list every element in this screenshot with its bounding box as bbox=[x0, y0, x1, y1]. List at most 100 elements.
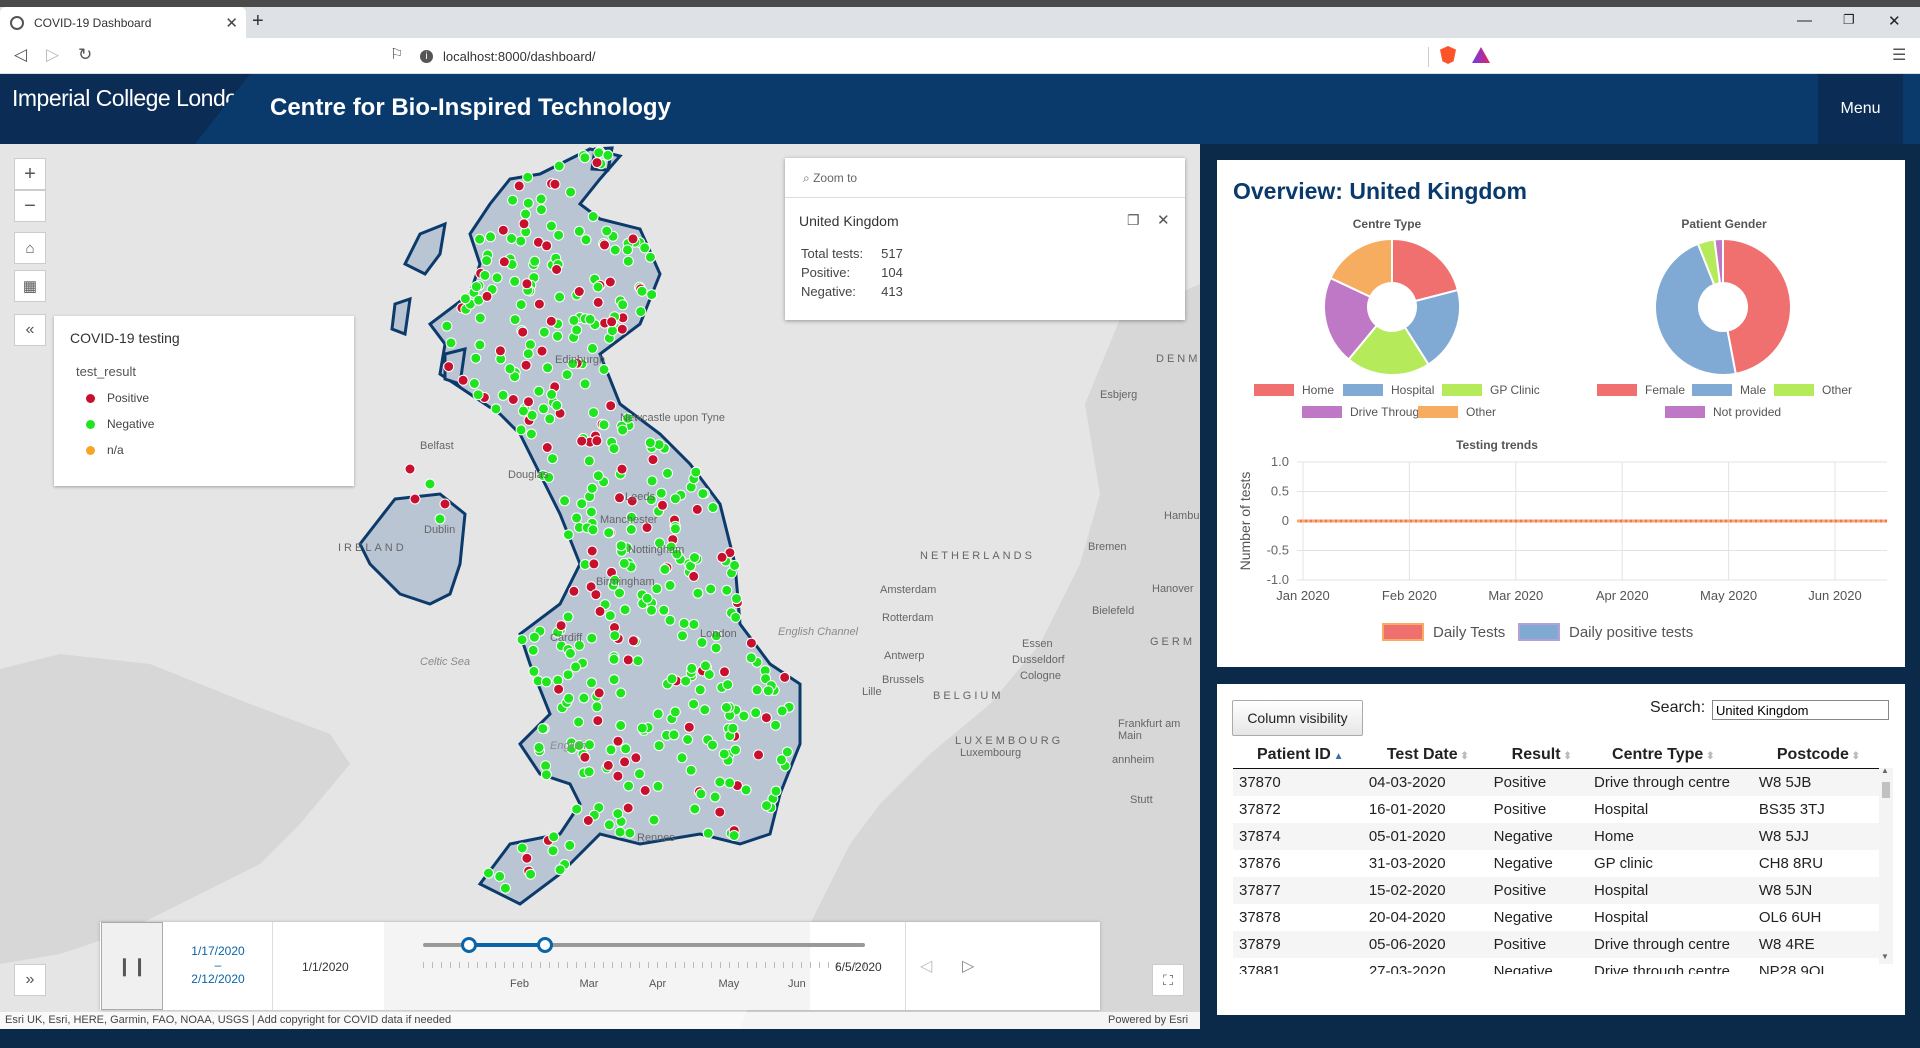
patient-gender-pie[interactable] bbox=[1653, 237, 1793, 377]
positive-test-point[interactable] bbox=[507, 394, 519, 405]
positive-test-point[interactable] bbox=[498, 256, 510, 268]
negative-test-point[interactable] bbox=[586, 482, 598, 494]
positive-test-point[interactable] bbox=[592, 296, 604, 308]
negative-test-point[interactable] bbox=[540, 769, 552, 781]
positive-test-point[interactable] bbox=[481, 290, 493, 302]
positive-test-point[interactable] bbox=[627, 233, 639, 245]
brave-shield-icon[interactable] bbox=[1440, 46, 1456, 64]
negative-test-point[interactable] bbox=[653, 740, 665, 752]
table-row[interactable]: 37876 31-03-2020 Negative GP clinic CH8 8RU bbox=[1233, 850, 1879, 877]
negative-test-point[interactable] bbox=[617, 424, 629, 436]
positive-test-point[interactable] bbox=[594, 605, 606, 617]
test-point[interactable] bbox=[424, 478, 436, 490]
fullscreen-button[interactable]: ⛶ bbox=[1152, 964, 1184, 996]
column-header[interactable]: Test Date ⬍ bbox=[1362, 742, 1488, 769]
positive-test-point[interactable] bbox=[588, 558, 600, 570]
negative-test-point[interactable] bbox=[718, 748, 730, 760]
negative-test-point[interactable] bbox=[702, 827, 714, 839]
negative-test-point[interactable] bbox=[516, 842, 528, 854]
positive-test-point[interactable] bbox=[443, 361, 455, 373]
negative-test-point[interactable] bbox=[776, 705, 788, 717]
negative-test-point[interactable] bbox=[515, 235, 527, 247]
negative-test-point[interactable] bbox=[745, 652, 757, 664]
negative-test-point[interactable] bbox=[564, 647, 576, 659]
positive-test-point[interactable] bbox=[616, 323, 628, 335]
negative-test-point[interactable] bbox=[585, 506, 597, 518]
negative-test-point[interactable] bbox=[579, 152, 591, 164]
negative-test-point[interactable] bbox=[588, 407, 599, 419]
negative-test-point[interactable] bbox=[730, 611, 742, 623]
negative-test-point[interactable] bbox=[459, 293, 471, 305]
back-icon[interactable]: ◁ bbox=[14, 45, 27, 65]
negative-test-point[interactable] bbox=[527, 644, 539, 656]
negative-test-point[interactable] bbox=[515, 424, 527, 436]
negative-test-point[interactable] bbox=[608, 443, 620, 455]
negative-test-point[interactable] bbox=[641, 592, 653, 604]
negative-test-point[interactable] bbox=[750, 707, 762, 719]
negative-test-point[interactable] bbox=[538, 403, 549, 415]
negative-test-point[interactable] bbox=[587, 524, 599, 536]
pie-legend-item[interactable]: Hospital bbox=[1343, 383, 1434, 397]
negative-test-point[interactable] bbox=[669, 493, 681, 505]
negative-test-point[interactable] bbox=[552, 330, 563, 342]
negative-test-point[interactable] bbox=[635, 306, 647, 318]
negative-test-point[interactable] bbox=[548, 831, 560, 843]
negative-test-point[interactable] bbox=[541, 676, 552, 688]
collapse-legend-button[interactable]: « bbox=[14, 314, 46, 346]
negative-test-point[interactable] bbox=[593, 147, 605, 159]
negative-test-point[interactable] bbox=[533, 385, 545, 397]
positive-test-point[interactable] bbox=[590, 589, 602, 601]
negative-test-point[interactable] bbox=[499, 882, 511, 894]
negative-test-point[interactable] bbox=[720, 702, 732, 713]
positive-test-point[interactable] bbox=[576, 435, 588, 447]
window-close-icon[interactable]: ✕ bbox=[1888, 12, 1901, 30]
negative-test-point[interactable] bbox=[697, 488, 709, 500]
positive-test-point[interactable] bbox=[551, 264, 563, 275]
negative-test-point[interactable] bbox=[617, 299, 629, 311]
negative-test-point[interactable] bbox=[623, 780, 635, 792]
negative-test-point[interactable] bbox=[524, 339, 536, 351]
negative-test-point[interactable] bbox=[509, 314, 521, 326]
bookmark-icon[interactable]: ⚐ bbox=[390, 45, 403, 63]
negative-test-point[interactable] bbox=[770, 785, 782, 797]
negative-test-point[interactable] bbox=[669, 523, 681, 535]
test-point[interactable] bbox=[434, 513, 446, 525]
table-row[interactable]: 37878 20-04-2020 Negative Hospital OL6 6UH bbox=[1233, 904, 1879, 931]
positive-test-point[interactable] bbox=[497, 224, 509, 236]
negative-test-point[interactable] bbox=[762, 685, 774, 697]
negative-test-point[interactable] bbox=[483, 867, 494, 879]
pie-legend-item[interactable]: GP Clinic bbox=[1442, 383, 1540, 397]
negative-test-point[interactable] bbox=[553, 229, 565, 241]
negative-test-point[interactable] bbox=[568, 314, 580, 326]
positive-test-point[interactable] bbox=[494, 345, 506, 357]
negative-test-point[interactable] bbox=[561, 369, 573, 381]
negative-test-point[interactable] bbox=[441, 320, 453, 332]
slider-end-thumb[interactable] bbox=[536, 937, 553, 953]
positive-test-point[interactable] bbox=[573, 286, 585, 297]
negative-test-point[interactable] bbox=[605, 744, 617, 756]
negative-test-point[interactable] bbox=[770, 719, 782, 731]
negative-test-point[interactable] bbox=[598, 364, 610, 375]
table-row[interactable]: 37879 05-06-2020 Positive Drive through cen… bbox=[1233, 930, 1879, 958]
negative-test-point[interactable] bbox=[601, 225, 613, 237]
negative-test-point[interactable] bbox=[515, 299, 527, 311]
negative-test-point[interactable] bbox=[707, 739, 718, 751]
legend-swatch[interactable] bbox=[1382, 623, 1424, 641]
negative-test-point[interactable] bbox=[722, 679, 734, 691]
negative-test-point[interactable] bbox=[537, 723, 549, 735]
negative-test-point[interactable] bbox=[474, 233, 486, 245]
pie-legend-item[interactable]: Other bbox=[1774, 383, 1852, 397]
url-field[interactable]: i localhost:8000/dashboard/ bbox=[420, 43, 1430, 69]
positive-test-point[interactable] bbox=[555, 620, 567, 632]
negative-test-point[interactable] bbox=[551, 399, 563, 411]
negative-test-point[interactable] bbox=[655, 487, 667, 499]
negative-test-point[interactable] bbox=[591, 701, 603, 713]
negative-test-point[interactable] bbox=[542, 362, 554, 374]
negative-test-point[interactable] bbox=[688, 618, 700, 630]
search-input[interactable] bbox=[1712, 700, 1889, 720]
positive-test-point[interactable] bbox=[619, 756, 631, 768]
test-point[interactable] bbox=[439, 498, 451, 510]
negative-test-point[interactable] bbox=[738, 710, 750, 722]
positive-test-point[interactable] bbox=[606, 316, 618, 328]
legend-swatch[interactable] bbox=[1518, 623, 1560, 641]
